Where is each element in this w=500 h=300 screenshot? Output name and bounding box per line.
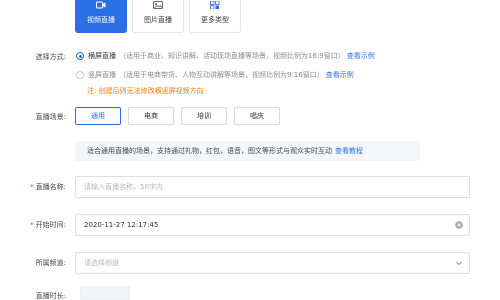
mode-option-portrait[interactable]: 竖屏直播 （适用于电商带货、人物互动讲解等场景，视频比例为9:16窗口） 查看示… <box>76 70 354 80</box>
view-example-link[interactable]: 查看示例 <box>347 51 375 61</box>
channel-label: 所属频道: <box>35 259 66 267</box>
type-card-label: 更多类型 <box>201 16 229 24</box>
required-mark: * <box>30 221 34 229</box>
more-types-icon <box>210 1 220 9</box>
video-camera-icon <box>96 1 106 9</box>
channel-select[interactable]: 请选择频道 <box>75 252 470 274</box>
live-type-selector: 视频直播 图片直播 更多类型 <box>75 0 246 33</box>
view-example-link[interactable]: 查看示例 <box>326 70 354 80</box>
live-name-input[interactable]: 请输入直播名称，50字内 <box>75 176 470 198</box>
clear-icon[interactable] <box>455 221 463 229</box>
start-time-label-text: 开始时间: <box>35 221 66 229</box>
mode-label: 选择方式: <box>35 53 66 61</box>
live-name-placeholder: 请输入直播名称，50字内 <box>84 183 163 191</box>
view-tutorial-link[interactable]: 查看教程 <box>335 147 363 155</box>
scene-tabs: 通用 电商 培训 唱庆 <box>75 107 287 125</box>
orientation-warning: 注: 创建后则无法修改横竖屏视频方向 <box>87 87 204 95</box>
mode-option-landscape[interactable]: 横屏直播 （适用于商业、知识讲解、活动现场直播等场景，视频比例为16:9窗口） … <box>76 51 375 61</box>
chevron-down-icon <box>456 261 462 266</box>
type-card-more[interactable]: 更多类型 <box>189 0 241 33</box>
image-icon <box>153 1 163 9</box>
required-mark: * <box>30 183 34 191</box>
start-time-label: * 开始时间: <box>0 220 66 230</box>
scene-tab-general[interactable]: 通用 <box>75 107 121 125</box>
start-time-value: 2020-11-27 12:17:45 <box>84 221 159 229</box>
scene-info-text: 适合通用直播的场景，支持通过礼物，红包，语音，图文等形式与观众实时互动 <box>87 147 332 155</box>
mode-option-title: 竖屏直播 <box>88 71 116 79</box>
type-card-image[interactable]: 图片直播 <box>132 0 184 33</box>
type-card-label: 视频直播 <box>87 16 115 24</box>
radio-portrait[interactable] <box>76 71 84 79</box>
name-label-text: 直播名称: <box>35 183 66 191</box>
mode-option-desc: （适用于商业、知识讲解、活动现场直播等场景，视频比例为16:9窗口） <box>119 52 345 60</box>
duration-input[interactable] <box>80 286 130 300</box>
type-card-label: 图片直播 <box>144 16 172 24</box>
radio-landscape[interactable] <box>76 52 84 60</box>
channel-placeholder: 请选择频道 <box>84 259 119 267</box>
scene-tab-ecommerce[interactable]: 电商 <box>128 107 174 125</box>
type-card-video[interactable]: 视频直播 <box>75 0 127 33</box>
start-time-input[interactable]: 2020-11-27 12:17:45 <box>75 214 470 236</box>
duration-label: 直播时长: <box>35 292 66 300</box>
name-label: * 直播名称: <box>0 182 66 192</box>
scene-tab-celebration[interactable]: 唱庆 <box>234 107 280 125</box>
mode-option-title: 横屏直播 <box>88 52 116 60</box>
scene-info: 适合通用直播的场景，支持通过礼物，红包，语音，图文等形式与观众实时互动 查看教程 <box>75 141 420 161</box>
scene-tab-training[interactable]: 培训 <box>181 107 227 125</box>
scene-label: 直播场景: <box>35 113 66 121</box>
mode-option-desc: （适用于电商带货、人物互动讲解等场景，视频比例为9:16窗口） <box>119 71 324 79</box>
